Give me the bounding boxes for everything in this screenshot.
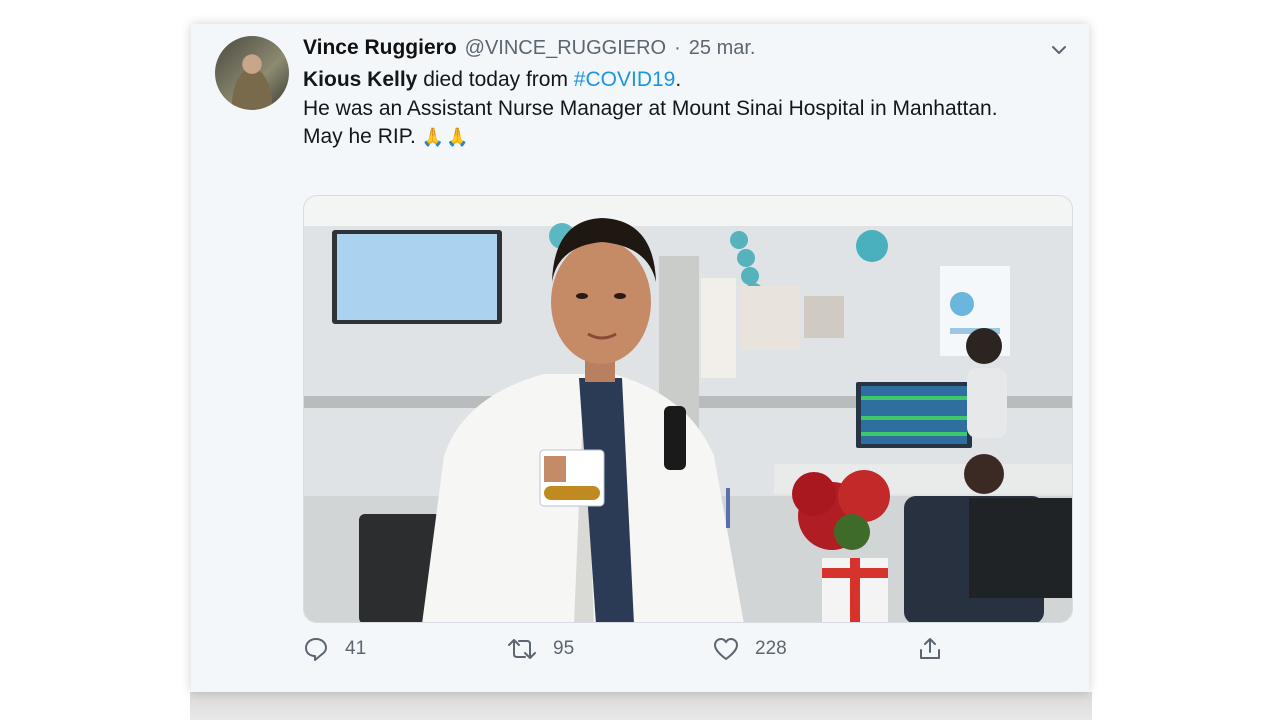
- retweet-icon: [507, 636, 537, 662]
- tweet-line-1: Kious Kelly died today from #COVID19.: [303, 66, 1043, 95]
- author-handle[interactable]: @VINCE_RUGGIERO: [465, 37, 666, 60]
- tweet-line-1-end: .: [675, 68, 682, 91]
- share-button[interactable]: [917, 636, 943, 662]
- mention-link[interactable]: Kious Kelly: [303, 68, 417, 91]
- chevron-down-icon[interactable]: [1049, 40, 1069, 60]
- like-count: 228: [755, 638, 787, 659]
- heart-icon: [713, 636, 739, 662]
- tweet-actions: 41 95 228: [303, 636, 1043, 672]
- background-shadow: [190, 692, 1092, 720]
- tweet-line-2: He was an Assistant Nurse Manager at Mou…: [303, 96, 998, 120]
- tweet-line-1-text: died today from: [417, 68, 574, 91]
- hashtag-link[interactable]: #COVID19: [574, 68, 676, 91]
- like-button[interactable]: 228: [713, 636, 787, 662]
- tweet-line-3-text: May he RIP.: [303, 125, 416, 148]
- author-name[interactable]: Vince Ruggiero: [303, 36, 457, 60]
- tweet-card[interactable]: Vince Ruggiero @VINCE_RUGGIERO · 25 mar.…: [191, 24, 1089, 692]
- retweet-count: 95: [553, 638, 575, 659]
- reply-icon: [303, 636, 329, 662]
- tweet-photo[interactable]: [303, 195, 1073, 623]
- tweet-header: Vince Ruggiero @VINCE_RUGGIERO · 25 mar.: [303, 36, 1069, 64]
- share-icon: [917, 636, 943, 662]
- avatar[interactable]: [215, 36, 289, 110]
- praying-hands-emoji: 🙏🙏: [421, 127, 471, 147]
- photo-illustration: [304, 196, 1072, 622]
- tweet-date[interactable]: 25 mar.: [689, 37, 756, 60]
- reply-button[interactable]: 41: [303, 636, 366, 662]
- tweet-text: Kious Kelly died today from #COVID19. He…: [303, 66, 1043, 152]
- reply-count: 41: [345, 638, 367, 659]
- separator-dot: ·: [674, 37, 681, 59]
- retweet-button[interactable]: 95: [507, 636, 574, 662]
- tweet-line-3: May he RIP. 🙏🙏: [303, 123, 1043, 152]
